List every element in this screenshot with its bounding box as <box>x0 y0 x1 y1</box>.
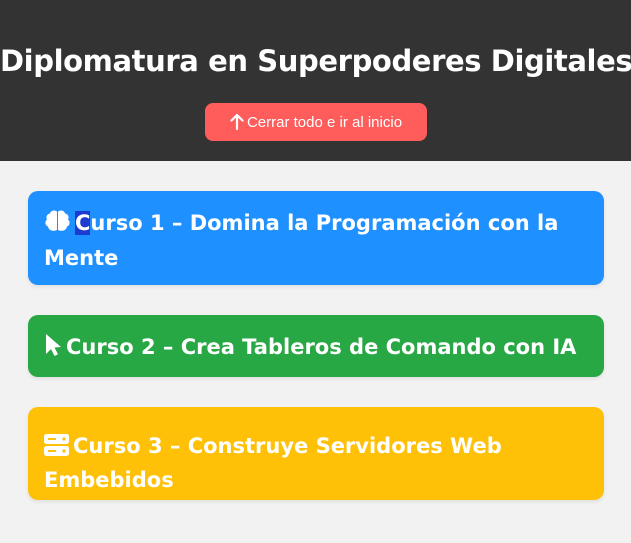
back-to-top-label: Cerrar todo e ir al inicio <box>246 113 403 131</box>
course-2-title: Curso 2 – Crea Tableros de Comando con I… <box>66 335 577 359</box>
back-to-top-button[interactable]: Cerrar todo e ir al inicio <box>205 103 427 141</box>
course-3-title: Curso 3 – Construye Servidores Web Embeb… <box>44 434 502 492</box>
page-title: Diplomatura en Superpoderes Digitales <box>0 44 631 78</box>
course-1-title-selected: C <box>75 211 91 235</box>
course-1-accordion[interactable]: Curso 1 – Domina la Programación con la … <box>28 191 604 285</box>
server-icon <box>44 434 69 465</box>
page-header: Diplomatura en Superpoderes Digitales Ce… <box>0 0 631 161</box>
course-2-accordion[interactable]: Curso 2 – Crea Tableros de Comando con I… <box>28 315 604 377</box>
arrow-up-icon <box>230 114 244 130</box>
pointer-icon <box>44 333 62 366</box>
brain-icon <box>44 209 71 242</box>
course-3-accordion[interactable]: Curso 3 – Construye Servidores Web Embeb… <box>28 407 604 500</box>
course-1-title: urso 1 – Domina la Programación con la M… <box>44 211 559 270</box>
